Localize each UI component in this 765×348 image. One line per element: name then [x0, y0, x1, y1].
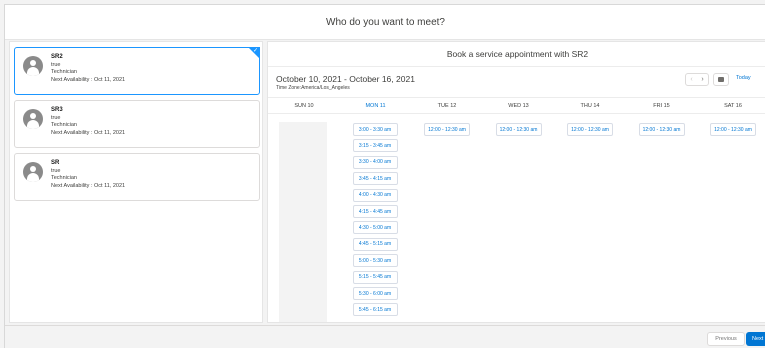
resource-name: SR2: [51, 54, 63, 60]
app-frame: Who do you want to meet? SR2 true Techni…: [4, 4, 765, 348]
day-header-row: SUN 10 MON 11 TUE 12 WED 13 THU 14 FRI 15 SAT …: [268, 97, 765, 114]
time-slot-button[interactable]: 4:30 - 5:00 am: [352, 221, 398, 235]
resource-flag: true: [51, 167, 61, 174]
resource-list: SR2 true Technician Next Availability : …: [9, 41, 263, 323]
previous-button[interactable]: Previous: [707, 332, 745, 346]
time-slot-button[interactable]: 3:30 - 4:00 am: [352, 155, 398, 169]
resource-card-sr2[interactable]: SR2 true Technician Next Availability : …: [14, 47, 260, 95]
day-header: SAT 16: [724, 103, 742, 109]
time-slot-button[interactable]: 3:00 - 3:30 am: [352, 123, 398, 136]
day-header: SUN 10: [294, 103, 314, 109]
time-slot-button[interactable]: 12:00 - 12:30 am: [567, 123, 613, 136]
resource-info: SR2 true Technician Next Availability : …: [51, 54, 125, 84]
timezone-label: Time Zone:America/Los_Angeles: [276, 85, 350, 91]
time-slot-button[interactable]: 5:45 - 6:15 am: [352, 303, 398, 317]
resource-name: SR: [51, 160, 60, 166]
footer-bar: Previous Next: [5, 325, 765, 348]
resource-flag: true: [51, 114, 61, 121]
resource-flag: true: [51, 61, 61, 68]
unavailable-day-column: [279, 122, 327, 322]
avatar-icon: [23, 56, 43, 76]
resource-name: SR3: [51, 107, 63, 113]
day-header: WED 13: [508, 103, 529, 109]
next-button[interactable]: Next: [746, 332, 765, 346]
time-slot-button[interactable]: 12:00 - 12:30 am: [710, 123, 756, 136]
time-slot-button[interactable]: 4:45 - 5:15 am: [352, 237, 398, 251]
resource-availability: Next Availability : Oct 11, 2021: [51, 76, 126, 83]
time-slot-button[interactable]: 12:00 - 12:30 am: [424, 123, 470, 136]
time-slot-button[interactable]: 5:15 - 5:45 am: [352, 270, 398, 284]
calendar-button[interactable]: [713, 73, 729, 86]
check-icon: ✓: [252, 48, 258, 54]
day-header: TUE 12: [437, 103, 457, 109]
chevron-right-icon[interactable]: ›: [697, 74, 708, 85]
resource-role: Technician: [51, 175, 77, 182]
date-range: October 10, 2021 - October 16, 2021: [276, 74, 415, 84]
day-header: MON 11: [365, 103, 386, 109]
today-button[interactable]: Today: [736, 75, 751, 81]
scheduler-panel: Book a service appointment with SR2 Octo…: [267, 41, 765, 323]
time-slot-button[interactable]: 3:15 - 3:45 am: [352, 139, 398, 153]
resource-role: Technician: [51, 122, 77, 129]
resource-info: SR3 true Technician Next Availability : …: [51, 107, 125, 137]
time-slot-button[interactable]: 5:00 - 5:30 am: [352, 254, 398, 268]
resource-info: SR true Technician Next Availability : O…: [51, 160, 125, 190]
page-title: Who do you want to meet?: [326, 16, 445, 28]
time-slot-button[interactable]: 12:00 - 12:30 am: [495, 123, 542, 136]
page-header: Who do you want to meet?: [5, 5, 765, 40]
avatar-icon: [23, 109, 43, 129]
time-slot-button[interactable]: 12:00 - 12:30 am: [638, 123, 685, 136]
day-header: FRI 15: [653, 103, 670, 109]
avatar-icon: [23, 162, 43, 182]
calendar-icon: [718, 77, 724, 82]
resource-role: Technician: [51, 69, 77, 76]
time-slot-button[interactable]: 4:00 - 4:30 am: [352, 188, 398, 202]
chevron-left-icon[interactable]: ‹: [686, 74, 697, 85]
resource-card-sr3[interactable]: SR3 true Technician Next Availability : …: [14, 100, 260, 148]
resource-availability: Next Availability : Oct 11, 2021: [51, 129, 126, 136]
time-slot-button[interactable]: 4:15 - 4:45 am: [352, 205, 398, 218]
time-slot-button[interactable]: 5:30 - 6:00 am: [352, 287, 398, 300]
resource-availability: Next Availability : Oct 11, 2021: [51, 182, 126, 189]
scheduler-title: Book a service appointment with SR2: [268, 42, 765, 67]
day-header: THU 14: [580, 103, 600, 109]
time-slot-button[interactable]: 3:45 - 4:15 am: [352, 172, 398, 186]
week-nav: ‹ ›: [685, 73, 709, 86]
resource-card-sr[interactable]: SR true Technician Next Availability : O…: [14, 153, 260, 201]
